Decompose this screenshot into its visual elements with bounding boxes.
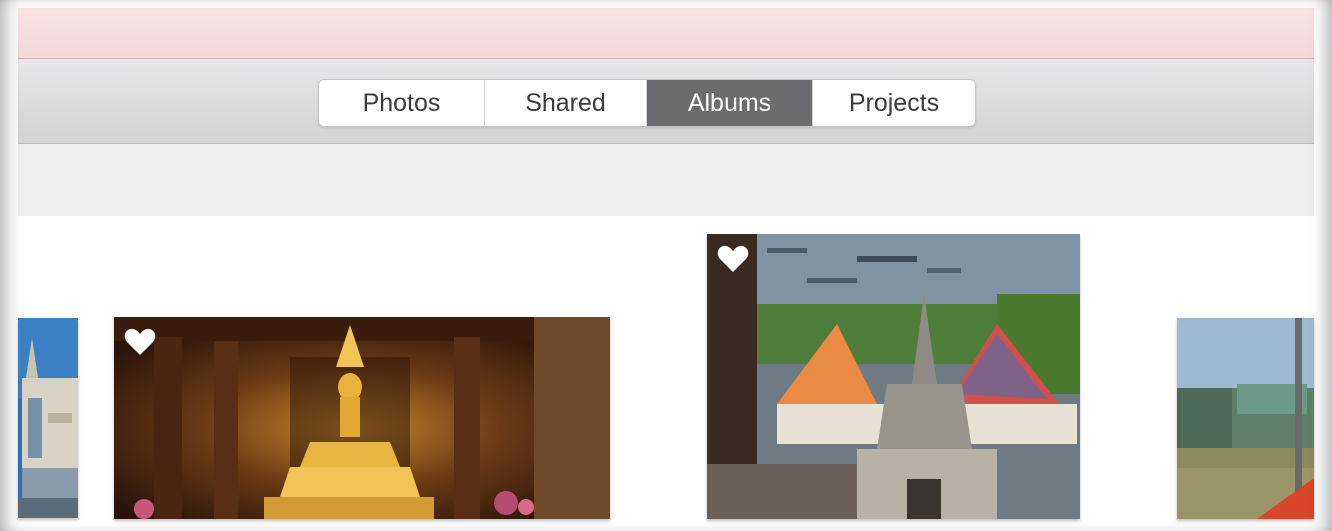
photo-river-pier[interactable] <box>1177 318 1314 519</box>
tab-shared[interactable]: Shared <box>485 80 647 126</box>
tab-photos[interactable]: Photos <box>319 80 485 126</box>
sub-toolbar <box>18 144 1314 216</box>
title-bar <box>18 8 1314 59</box>
tab-projects[interactable]: Projects <box>813 80 975 126</box>
photo-river-pier-image <box>1177 318 1314 519</box>
favorite-heart-icon[interactable] <box>124 327 156 357</box>
photo-golden-buddha[interactable] <box>114 317 610 519</box>
photo-temple-river-view[interactable] <box>707 234 1080 519</box>
photo-temple-spire-image <box>18 318 78 518</box>
favorite-heart-icon[interactable] <box>717 244 749 274</box>
tab-albums[interactable]: Albums <box>647 80 813 126</box>
photo-temple-spire[interactable] <box>18 318 78 518</box>
photo-golden-buddha-image <box>114 317 610 519</box>
photo-temple-river-view-image <box>707 234 1080 519</box>
view-segmented-control: Photos Shared Albums Projects <box>318 79 976 127</box>
toolbar: Photos Shared Albums Projects <box>18 59 1314 144</box>
